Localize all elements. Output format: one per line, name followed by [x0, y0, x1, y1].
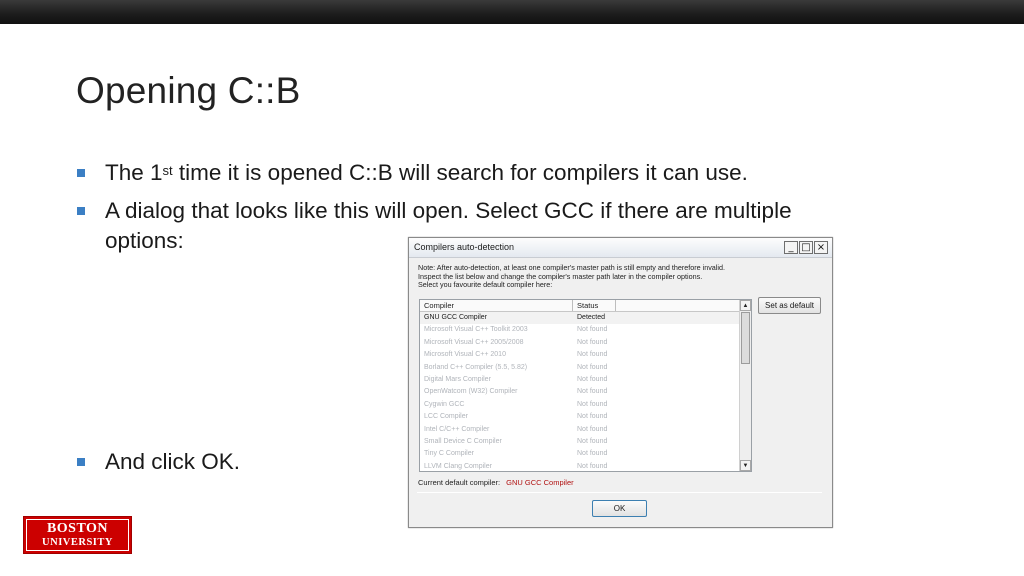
table-row[interactable]: Intel C/C++ Compiler Not found — [420, 424, 740, 436]
dialog-separator — [417, 492, 822, 493]
compiler-name: Microsoft Visual C++ 2005/2008 — [424, 338, 524, 346]
list-header: Compiler Status — [420, 300, 751, 312]
compiler-list[interactable]: Compiler Status GNU GCC Compiler Detected… — [419, 299, 752, 472]
compiler-status: Not found — [577, 425, 608, 433]
compiler-status: Not found — [577, 351, 608, 359]
compiler-name: GNU GCC Compiler — [424, 314, 488, 321]
compiler-rows: GNU GCC Compiler Detected Microsoft Visual… — [420, 312, 740, 471]
bullet-text-post: time it is opened C::B will search for c… — [172, 160, 748, 185]
logo-line1: BOSTON — [46, 521, 109, 536]
set-as-default-button[interactable]: Set as default — [758, 297, 821, 314]
compiler-status: Not found — [577, 462, 608, 470]
table-row[interactable]: LCC Compiler Not found — [420, 411, 740, 423]
scroll-thumb[interactable] — [741, 312, 750, 364]
bullet-marker-icon — [77, 169, 85, 177]
compiler-status: Not found — [577, 437, 608, 445]
column-header-spacer — [616, 300, 751, 311]
table-row[interactable]: GNU GCC Compiler Detected — [420, 312, 740, 325]
compiler-status: Not found — [577, 338, 608, 346]
compiler-status: Not found — [577, 363, 608, 371]
compiler-name: Microsoft Visual C++ Toolkit 2003 — [424, 326, 528, 334]
boston-university-logo: BOSTON UNIVERSITY — [23, 516, 132, 554]
bullet-click-ok-text: And click OK. — [105, 449, 241, 474]
table-row[interactable]: Microsoft Visual C++ 2010 Not found — [420, 349, 740, 361]
dialog-titlebar[interactable]: Compilers auto-detection _ □ × — [409, 238, 832, 258]
current-default-compiler: Current default compiler: GNU GCC Compile… — [418, 478, 574, 487]
bullet-text-pre: The 1 — [105, 160, 163, 185]
scroll-down-icon[interactable]: ▼ — [740, 460, 751, 471]
list-scrollbar[interactable]: ▲ ▼ — [739, 300, 751, 471]
note-line: Select you favourite default compiler he… — [418, 280, 553, 289]
ok-button[interactable]: OK — [592, 500, 647, 517]
window-controls: _ □ × — [783, 241, 828, 254]
compiler-name: OpenWatcom (W32) Compiler — [424, 388, 518, 396]
compiler-status: Not found — [577, 450, 608, 458]
scroll-up-icon[interactable]: ▲ — [740, 300, 751, 311]
table-row[interactable]: OpenWatcom (W32) Compiler Not found — [420, 386, 740, 398]
compiler-status: Not found — [577, 400, 608, 408]
column-header-status[interactable]: Status — [573, 300, 616, 311]
compiler-status: Not found — [577, 388, 608, 396]
table-row[interactable]: Digital Mars Compiler Not found — [420, 374, 740, 386]
table-row[interactable]: Small Device C Compiler Not found — [420, 436, 740, 448]
table-row[interactable]: Borland C++ Compiler (5.5, 5.82) Not foun… — [420, 362, 740, 374]
slide-title: Opening C::B — [76, 70, 301, 111]
compiler-name: LLVM Clang Compiler — [424, 462, 492, 470]
table-row[interactable]: Microsoft Visual C++ Toolkit 2003 Not fou… — [420, 324, 740, 336]
table-row[interactable]: Microsoft Visual C++ 2005/2008 Not found — [420, 337, 740, 349]
compiler-status: Detected — [577, 314, 606, 321]
close-icon[interactable]: × — [814, 241, 828, 254]
bullet-superscript: st — [162, 163, 173, 178]
compiler-name: Small Device C Compiler — [424, 437, 502, 445]
compiler-name: Digital Mars Compiler — [424, 375, 491, 383]
compiler-name: Borland C++ Compiler (5.5, 5.82) — [424, 363, 528, 371]
current-default-label: Current default compiler: — [418, 478, 501, 487]
bullet-first-open: The 1st time it is opened C::B will sear… — [77, 158, 748, 188]
maximize-icon[interactable]: □ — [799, 241, 813, 254]
compiler-name: LCC Compiler — [424, 413, 468, 421]
compiler-status: Not found — [577, 326, 608, 334]
compiler-name: Tiny C Compiler — [424, 450, 474, 458]
table-row[interactable]: Cygwin GCC Not found — [420, 399, 740, 411]
bullet-click-ok: And click OK. — [77, 447, 240, 477]
compiler-status: Not found — [577, 413, 608, 421]
minimize-icon[interactable]: _ — [784, 241, 798, 254]
table-row[interactable]: Tiny C Compiler Not found — [420, 448, 740, 460]
compiler-name: Intel C/C++ Compiler — [424, 425, 490, 433]
compiler-name: Cygwin GCC — [424, 400, 465, 408]
compiler-name: Microsoft Visual C++ 2010 — [424, 351, 506, 359]
top-banner — [0, 0, 1024, 24]
bullet-marker-icon — [77, 458, 85, 466]
table-row[interactable]: LLVM Clang Compiler Not found — [420, 461, 740, 471]
compiler-status: Not found — [577, 375, 608, 383]
dialog-note: Note: After auto-detection, at least one… — [418, 263, 778, 290]
logo-line2: UNIVERSITY — [42, 537, 113, 548]
bullet-dialog-line1: A dialog that looks like this will open.… — [105, 198, 792, 223]
compilers-auto-detection-dialog: Compilers auto-detection _ □ × Note: Aft… — [408, 237, 833, 528]
bullet-marker-icon — [77, 207, 85, 215]
dialog-title: Compilers auto-detection — [414, 242, 515, 252]
column-header-compiler[interactable]: Compiler — [420, 300, 573, 311]
current-default-value: GNU GCC Compiler — [506, 478, 574, 487]
